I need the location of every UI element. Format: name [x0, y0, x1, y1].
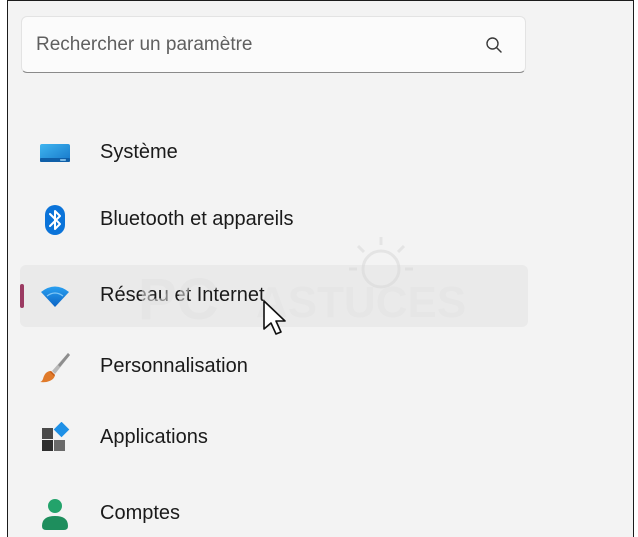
paintbrush-icon: [38, 351, 72, 383]
selection-indicator: [20, 284, 24, 308]
apps-icon: [38, 422, 72, 454]
nav-item-systeme[interactable]: Système: [20, 122, 528, 184]
settings-window: Système Bluetooth et appareils: [7, 0, 634, 537]
mouse-cursor-icon: [263, 300, 286, 335]
nav-item-label: Réseau et Internet: [100, 284, 265, 306]
nav-item-label: Système: [100, 141, 178, 163]
search-box[interactable]: [21, 16, 526, 73]
nav-item-bluetooth[interactable]: Bluetooth et appareils: [20, 189, 528, 251]
nav-item-label: Personnalisation: [100, 355, 248, 377]
search-input[interactable]: [36, 31, 456, 59]
search-icon[interactable]: [485, 36, 503, 54]
monitor-icon: [38, 137, 72, 169]
nav-item-label: Comptes: [100, 502, 181, 524]
nav-item-personnalisation[interactable]: Personnalisation: [20, 336, 528, 398]
nav-item-comptes[interactable]: Comptes: [20, 483, 528, 537]
nav-item-label: Applications: [100, 426, 208, 448]
nav-item-applications[interactable]: Applications: [20, 407, 528, 469]
person-icon: [38, 498, 72, 530]
nav-item-label: Bluetooth et appareils: [100, 208, 294, 230]
bluetooth-icon: [38, 204, 72, 236]
wifi-icon: [38, 280, 72, 312]
